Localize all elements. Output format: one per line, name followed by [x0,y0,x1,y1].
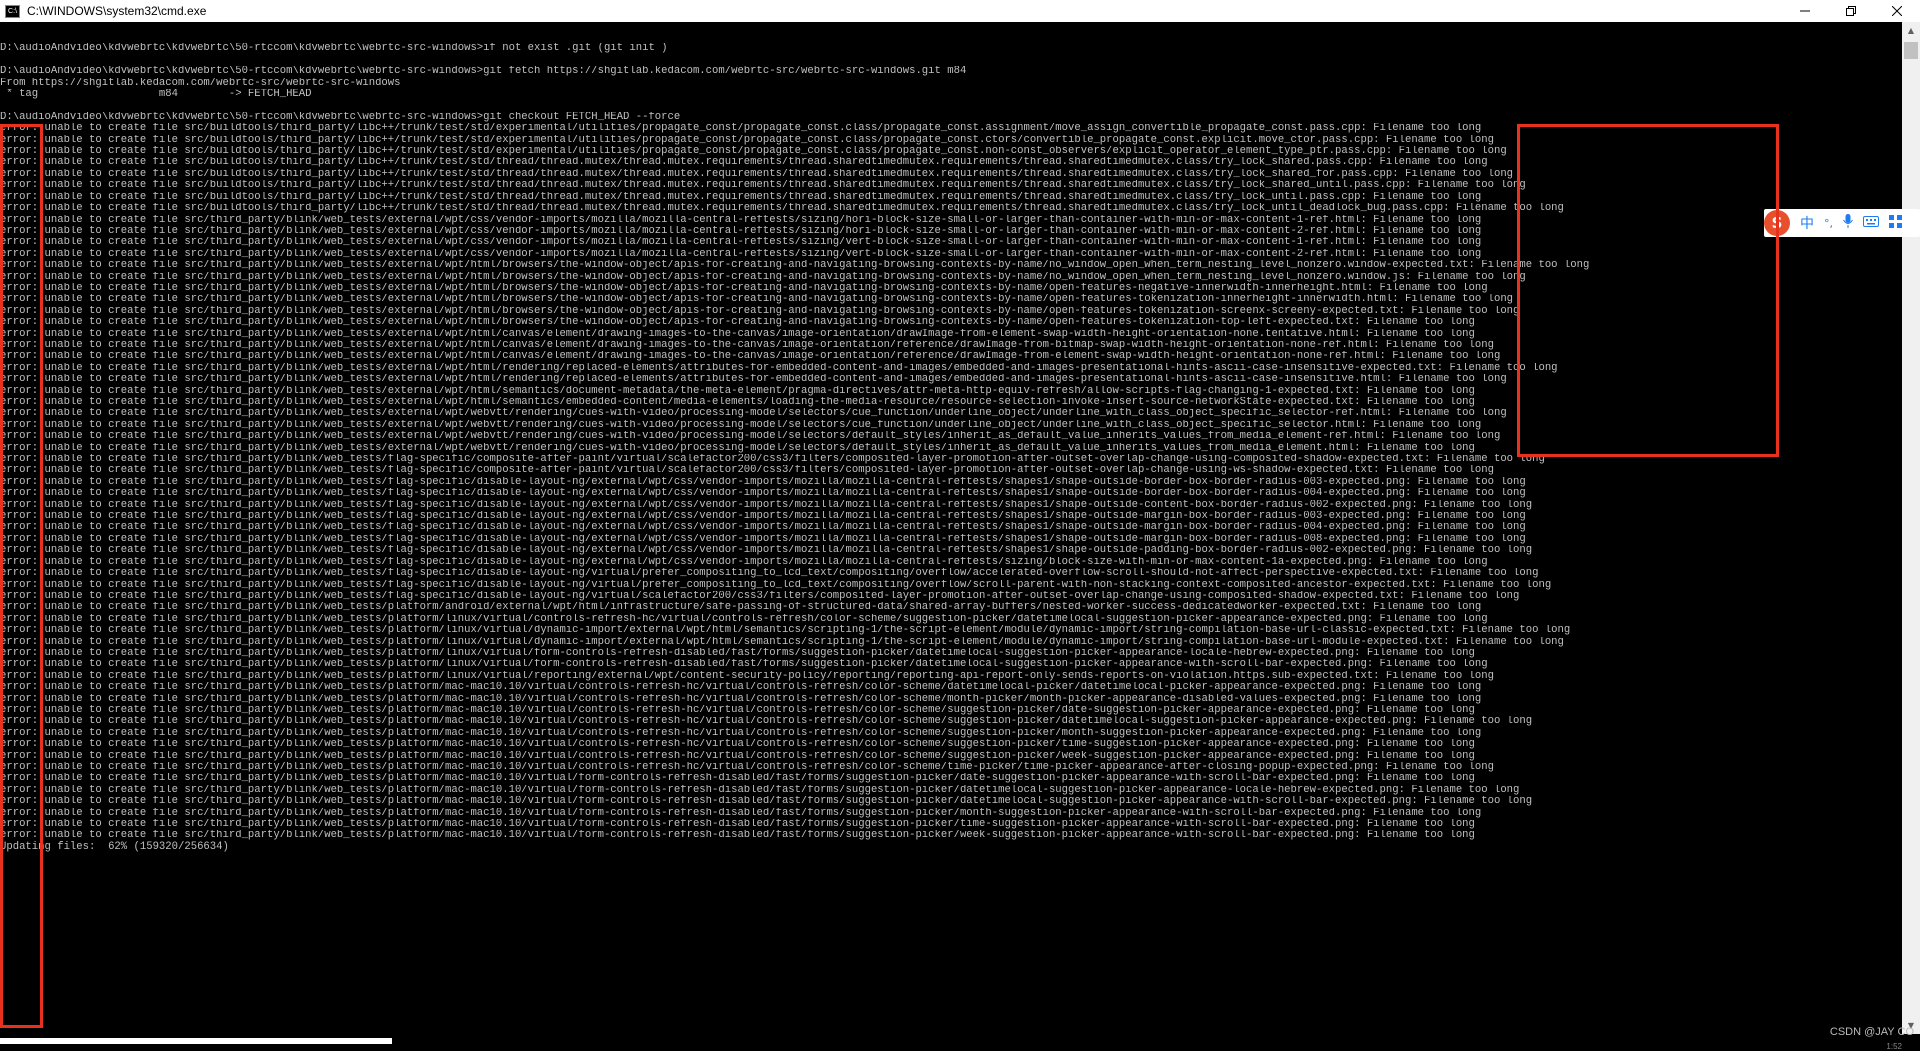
watermark: CSDN @JAY CO [1829,1026,1914,1038]
console-line: error: unable to create file src/third_p… [0,533,1526,545]
scrollbar-thumb[interactable] [1904,42,1918,59]
console-line: error: unable to create file src/third_p… [0,659,1488,671]
console-line: error: unable to create file src/third_p… [0,499,1533,511]
console-line: error: unable to create file src/third_p… [0,739,1475,751]
console-line: D:\audioAndvideo\kdvwebrtc\kdvwebrtc\50-… [0,66,967,78]
console-line: error: unable to create file src/third_p… [0,602,1482,614]
microphone-icon[interactable] [1843,214,1853,232]
window-controls [1782,0,1920,22]
console-line: error: unable to create file src/third_p… [0,784,1520,796]
console-line: error: unable to create file src/third_p… [0,636,1564,648]
console-line: error: unable to create file src/third_p… [0,522,1526,534]
ime-language-toggle[interactable]: 中 [1800,213,1814,233]
ime-toolbar[interactable]: S 中 °, [1764,209,1920,237]
console-line: error: unable to create file src/third_p… [0,830,1475,842]
window-title: C:\WINDOWS\system32\cmd.exe [27,4,207,18]
console-line: error: unable to create file src/third_p… [0,556,1488,568]
ime-punctuation-toggle[interactable]: °, [1824,217,1833,230]
console-line: error: unable to create file src/third_p… [0,796,1533,808]
console-line: error: unable to create file src/third_p… [0,762,1494,773]
minimize-icon [1800,10,1810,12]
console-line: error: unable to create file src/third_p… [0,693,1482,705]
corner-text: 1:52 [1886,1042,1902,1051]
restore-button[interactable] [1828,0,1874,22]
scroll-up-arrow-icon[interactable]: ▲ [1902,22,1920,39]
console-line: error: unable to create file src/third_p… [0,716,1533,728]
close-icon [1892,6,1902,16]
grid-apps-icon[interactable] [1889,214,1902,232]
console-line: error: unable to create file src/third_p… [0,511,1526,523]
keyboard-icon[interactable] [1863,215,1879,231]
console-line: error: unable to create file src/third_p… [0,625,1571,637]
console-line: error: unable to create file src/third_p… [0,704,1475,716]
restore-icon [1846,6,1856,16]
horizontal-scrollbar[interactable] [0,1034,1902,1048]
annotation-box-filename-too-long [1517,124,1779,457]
console-line: error: unable to create file src/third_p… [0,682,1482,694]
console-line: error: unable to create file src/third_p… [0,488,1526,500]
console-line: error: unable to create file src/third_p… [0,670,1494,682]
cmd-app-icon: C:\ [5,4,20,18]
console-line: From https://shgitlab.kedacom.com/webrtc… [0,77,401,89]
console-line: error: unable to create file src/third_p… [0,647,1475,659]
title-bar[interactable]: C:\ C:\WINDOWS\system32\cmd.exe [0,0,1920,22]
console-line: error: unable to create file src/third_p… [0,819,1475,831]
console-line: error: unable to create file src/third_p… [0,590,1520,602]
vertical-scrollbar[interactable]: ▲ ▼ [1902,22,1920,1034]
console-line: error: unable to create file src/third_p… [0,727,1482,739]
console-line: error: unable to create file src/third_p… [0,613,1488,625]
console-line: error: unable to create file src/third_p… [0,476,1526,488]
console-line: D:\audioAndvideo\kdvwebrtc\kdvwebrtc\50-… [0,111,681,123]
progress-line: Updating files: 62% (159320/256634) [0,840,229,853]
annotation-box-error-prefix [0,124,43,1028]
close-button[interactable] [1874,0,1920,22]
console-line: error: unable to create file src/third_p… [0,750,1475,762]
console-line: error: unable to create file src/third_p… [0,465,1494,477]
console-line: D:\audioAndvideo\kdvwebrtc\kdvwebrtc\50-… [0,43,668,55]
console-line: error: unable to create file src/third_p… [0,773,1475,785]
console-line: * tag m84 -> FETCH_HEAD [0,89,312,101]
horizontal-scrollbar-thumb[interactable] [0,1038,392,1044]
minimize-button[interactable] [1782,0,1828,22]
console-line: error: unable to create file src/third_p… [0,545,1533,557]
console-line: error: unable to create file src/third_p… [0,807,1482,819]
console-line: error: unable to create file src/third_p… [0,579,1552,591]
console-line: error: unable to create file src/third_p… [0,568,1539,580]
